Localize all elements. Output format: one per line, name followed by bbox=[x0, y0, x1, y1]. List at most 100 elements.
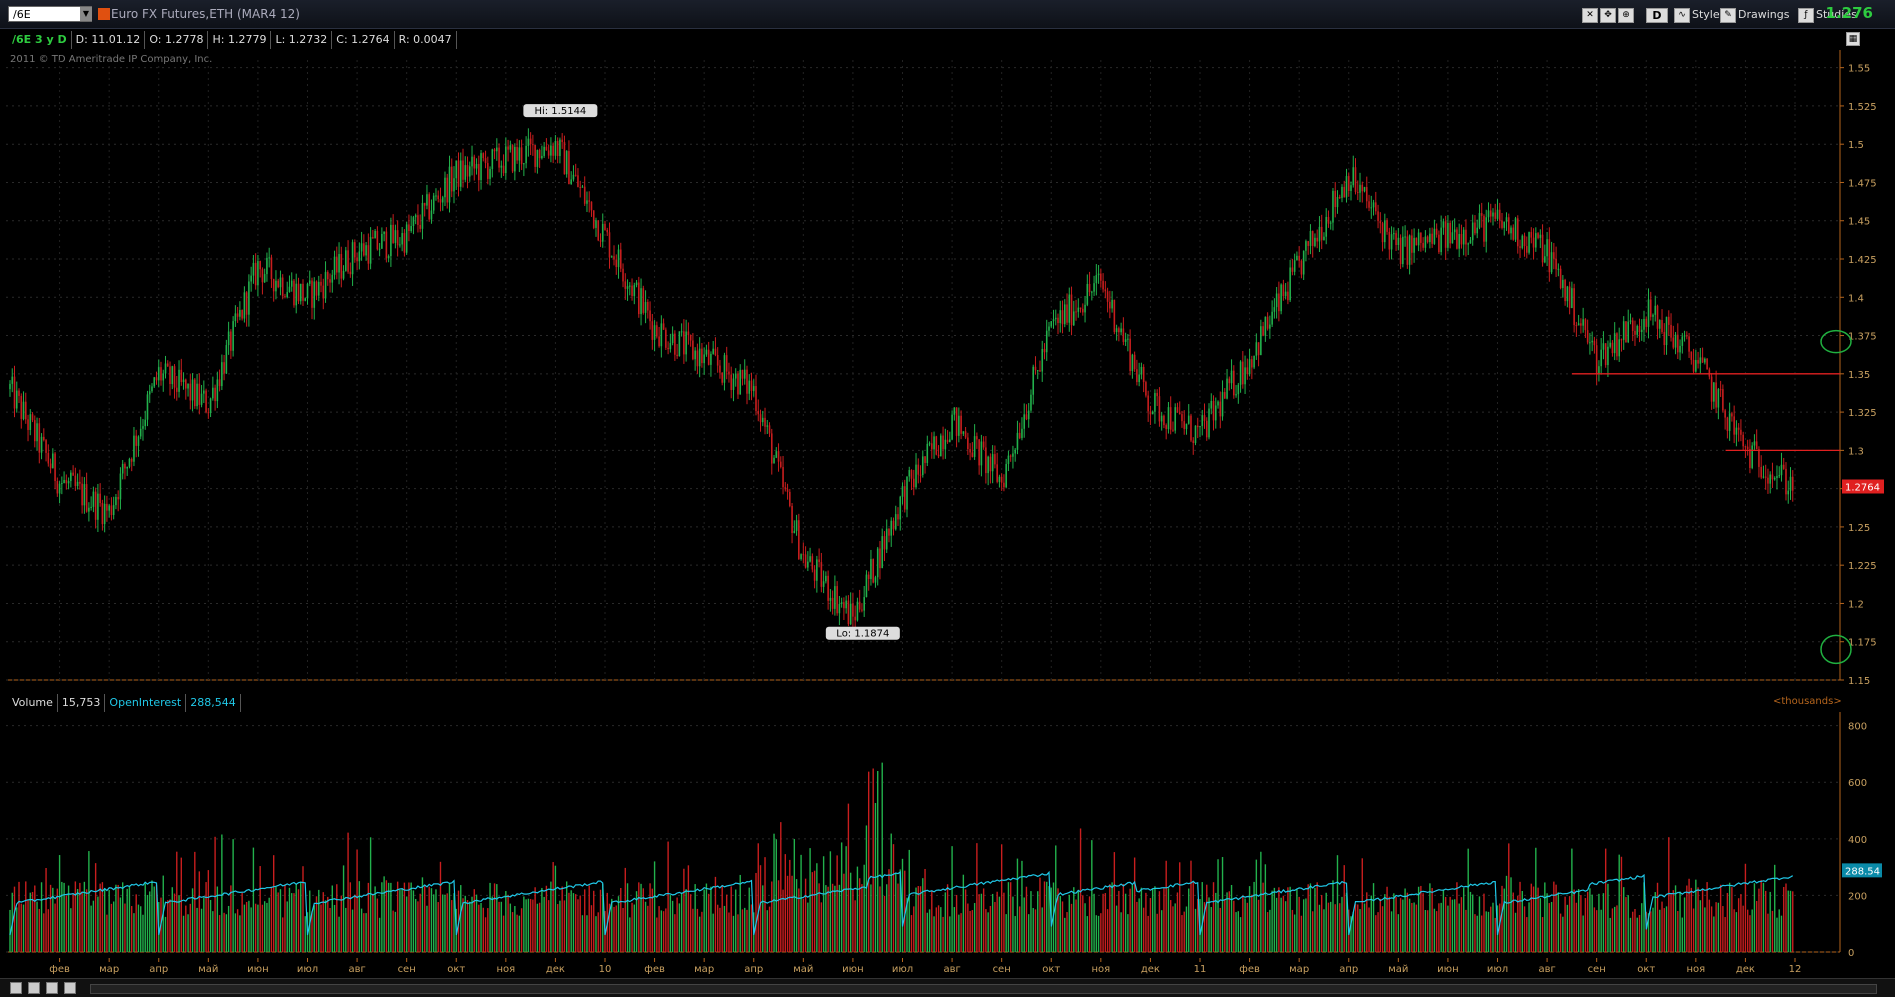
price-candle-body bbox=[534, 144, 536, 167]
price-candle-body bbox=[1072, 311, 1075, 326]
price-candle-body bbox=[489, 168, 491, 179]
price-candle-body bbox=[1647, 299, 1650, 327]
price-candle-body bbox=[849, 603, 852, 625]
pan-tool-icon[interactable]: ✥ bbox=[1600, 8, 1616, 23]
price-candle-body bbox=[1507, 217, 1510, 234]
price-candle-body bbox=[1239, 361, 1242, 385]
price-candle-body bbox=[1124, 339, 1127, 342]
price-chart[interactable]: 1.55 1.525 1.5 1.475 1.45 1.425 1.4 1.375 1.35 1.… bbox=[0, 50, 1895, 688]
chart-settings-icon[interactable]: ▦ bbox=[1846, 32, 1860, 46]
price-candle-body bbox=[376, 230, 379, 250]
crosshair-icon[interactable]: ✕ bbox=[1582, 8, 1598, 23]
zoom-in-icon[interactable] bbox=[28, 982, 40, 994]
scroll-left-icon[interactable] bbox=[64, 982, 76, 994]
price-candle-body bbox=[1242, 361, 1244, 385]
price-candle-body bbox=[1100, 273, 1102, 281]
zoom-out-icon[interactable] bbox=[10, 982, 22, 994]
period-button[interactable]: D bbox=[1646, 8, 1668, 23]
price-candle-body bbox=[405, 224, 408, 253]
time-scrollbar[interactable] bbox=[90, 984, 1877, 994]
price-candle-body bbox=[836, 586, 838, 614]
style-menu[interactable]: Style bbox=[1692, 7, 1720, 23]
symbol-dropdown-icon[interactable]: ▼ bbox=[80, 7, 92, 21]
fit-chart-icon[interactable] bbox=[46, 982, 58, 994]
price-candle-body bbox=[545, 146, 548, 151]
price-candle-body bbox=[901, 486, 904, 497]
price-candle-body bbox=[1262, 326, 1264, 336]
price-candle-body bbox=[1564, 279, 1566, 302]
price-candle-body bbox=[685, 331, 687, 355]
price-candle-body bbox=[716, 354, 719, 366]
price-candle-body bbox=[1318, 226, 1321, 242]
price-candle-body bbox=[432, 195, 435, 211]
price-candle-body bbox=[1012, 453, 1014, 457]
price-candle-body bbox=[1640, 329, 1643, 332]
price-candle-body bbox=[1043, 348, 1046, 353]
price-candle-body bbox=[1205, 420, 1208, 438]
price-candle-body bbox=[232, 321, 234, 351]
studies-icon[interactable]: ƒ bbox=[1798, 8, 1814, 23]
price-candle-body bbox=[133, 435, 135, 462]
price-candle-body bbox=[1169, 407, 1172, 430]
price-candle-body bbox=[608, 232, 611, 258]
symbol-period-label[interactable]: /6E 3 y D bbox=[8, 31, 72, 49]
price-candle-body bbox=[870, 559, 872, 579]
drawings-menu[interactable]: Drawings bbox=[1738, 7, 1789, 23]
price-candle-body bbox=[1054, 317, 1057, 320]
price-candle-body bbox=[651, 321, 654, 340]
price-candle-body bbox=[117, 496, 119, 500]
price-candle-body bbox=[1212, 400, 1215, 421]
price-candle-body bbox=[1323, 236, 1325, 241]
price-candle-body bbox=[1591, 340, 1593, 343]
price-candle-body bbox=[1187, 415, 1190, 424]
price-candle-body bbox=[843, 602, 845, 609]
price-candle-body bbox=[800, 554, 802, 559]
price-candle-body bbox=[985, 447, 987, 474]
price-candle-body bbox=[457, 160, 460, 187]
price-candle-body bbox=[926, 443, 929, 463]
price-candle-body bbox=[1667, 316, 1670, 325]
price-candle-body bbox=[1426, 236, 1429, 243]
price-candle-body bbox=[746, 369, 748, 394]
x-tick-label: дек bbox=[546, 964, 565, 975]
x-tick-label: июн bbox=[842, 964, 863, 975]
price-candle-body bbox=[1361, 184, 1364, 192]
x-tick-label: дек bbox=[1141, 964, 1160, 975]
price-candle-body bbox=[973, 436, 976, 457]
drawings-icon[interactable]: ✎ bbox=[1720, 8, 1736, 23]
price-candle-body bbox=[1156, 393, 1158, 397]
price-candle-body bbox=[94, 491, 97, 520]
price-candle-body bbox=[786, 489, 789, 492]
price-candle-body bbox=[1097, 273, 1100, 276]
price-candle-body bbox=[565, 151, 568, 175]
price-candle-body bbox=[971, 452, 974, 457]
price-candle-body bbox=[63, 479, 65, 484]
price-candle-body bbox=[665, 329, 667, 348]
price-candle-body bbox=[1260, 326, 1262, 356]
price-candle-body bbox=[1415, 237, 1418, 246]
price-tick-label: 1.35 bbox=[1848, 370, 1870, 381]
price-candle-body bbox=[1086, 283, 1089, 305]
open-interest-line bbox=[9, 870, 1794, 936]
price-candle-body bbox=[804, 554, 807, 568]
price-candle-body bbox=[166, 363, 169, 367]
price-candle-body bbox=[284, 296, 286, 298]
x-tick-label: 10 bbox=[599, 964, 612, 975]
x-tick-label: сен bbox=[993, 964, 1011, 975]
price-candle-body bbox=[1539, 234, 1542, 238]
x-tick-label: окт bbox=[1637, 964, 1655, 975]
price-candle-body bbox=[448, 166, 451, 203]
price-candle-body bbox=[1316, 237, 1318, 242]
price-candle-body bbox=[1496, 209, 1499, 219]
price-candle-body bbox=[624, 281, 627, 289]
price-candle-body bbox=[119, 473, 122, 500]
price-tick-label: 1.325 bbox=[1848, 408, 1877, 419]
style-icon[interactable]: ∿ bbox=[1674, 8, 1690, 23]
price-candle-body bbox=[500, 165, 503, 168]
volume-chart[interactable]: 800 600 400 200 0 288.54 bbox=[0, 712, 1895, 958]
price-candle-body bbox=[390, 224, 392, 257]
price-candle-body bbox=[770, 433, 773, 464]
volume-tick-label: 800 bbox=[1848, 722, 1867, 733]
price-candle-body bbox=[712, 348, 714, 354]
zoom-icon[interactable]: ⊕ bbox=[1618, 8, 1634, 23]
